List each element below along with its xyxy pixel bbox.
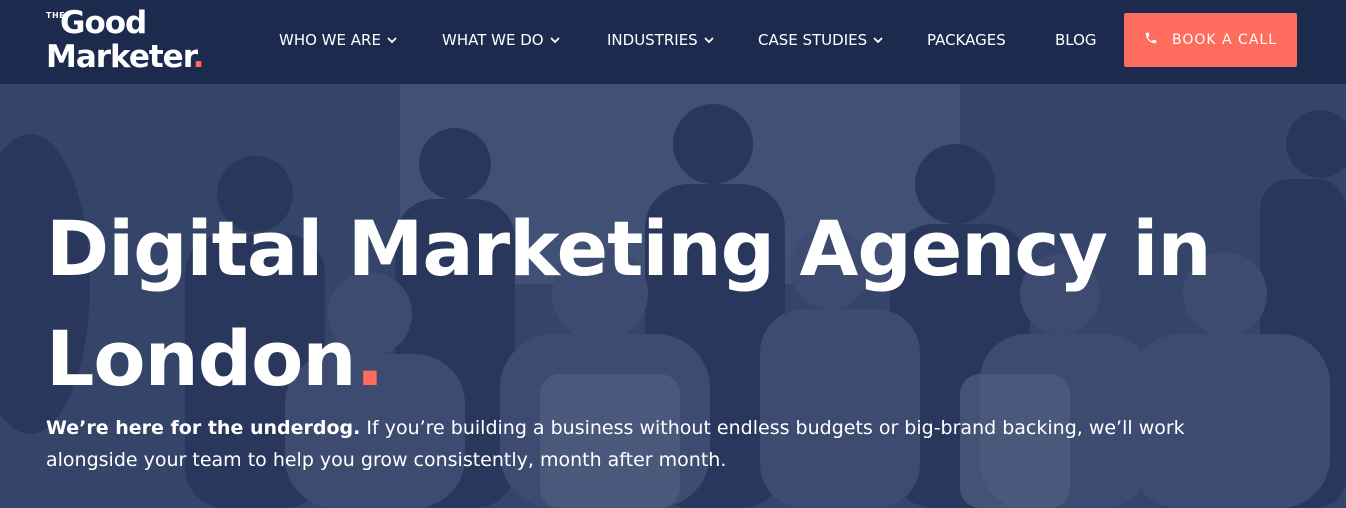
hero-lead-bold: We’re here for the underdog. <box>46 417 361 439</box>
hero-headline: Digital Marketing Agency in London. <box>46 194 1336 414</box>
cta-label: BOOK A CALL <box>1171 32 1277 48</box>
nav-label: INDUSTRIES <box>607 31 698 49</box>
chevron-down-icon <box>873 35 883 45</box>
logo-good: Good <box>60 5 147 41</box>
nav-item-packages[interactable]: PACKAGES <box>927 30 1006 50</box>
headline-line2: London <box>46 314 356 403</box>
nav-label: PACKAGES <box>927 31 1006 49</box>
site-logo[interactable]: THE Good Marketer. <box>46 5 216 75</box>
phone-icon <box>1144 31 1158 49</box>
nav-label: BLOG <box>1055 31 1097 49</box>
chevron-down-icon <box>549 35 560 45</box>
nav-item-who-we-are[interactable]: WHO WE ARE <box>279 30 397 50</box>
nav-item-what-we-do[interactable]: WHAT WE DO <box>442 30 560 50</box>
chevron-down-icon <box>387 35 397 45</box>
logo-marketer: Marketer. <box>46 39 205 75</box>
headline-dot: . <box>355 314 384 403</box>
nav-label: WHO WE ARE <box>279 31 381 49</box>
logo-dot: . <box>192 39 205 75</box>
site-header: THE Good Marketer. WHO WE ARE WHAT WE DO… <box>0 0 1346 84</box>
nav-item-industries[interactable]: INDUSTRIES <box>607 30 714 50</box>
chevron-down-icon <box>704 35 714 45</box>
nav-label: WHAT WE DO <box>442 31 544 49</box>
logo-marketer-text: Marketer <box>46 39 194 75</box>
headline-line1: Digital Marketing Agency in <box>46 204 1212 293</box>
hero-lead: We’re here for the underdog. If you’re b… <box>46 412 1246 476</box>
book-a-call-button[interactable]: BOOK A CALL <box>1124 13 1297 67</box>
logo-the: THE <box>46 11 66 20</box>
nav-label: CASE STUDIES <box>758 31 868 49</box>
nav-item-blog[interactable]: BLOG <box>1055 30 1097 50</box>
nav-item-case-studies[interactable]: CASE STUDIES <box>758 30 883 50</box>
hero-section: Digital Marketing Agency in London. We’r… <box>0 84 1346 508</box>
